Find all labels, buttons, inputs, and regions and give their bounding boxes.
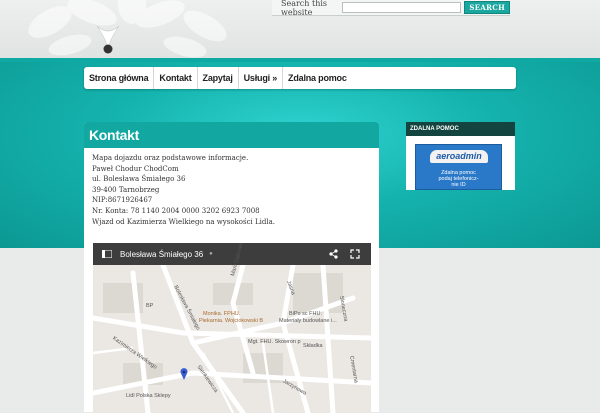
info-line-street: ul. Bolesława Śmiałego 36	[92, 175, 186, 184]
map-dot-icon: ●	[209, 251, 213, 257]
site-logo[interactable]	[95, 22, 121, 54]
search-bar: Search this website SEARCH	[272, 0, 510, 17]
nav-item-contact[interactable]: Kontakt	[154, 67, 198, 89]
ad-line-3: nie ID	[451, 182, 466, 188]
nav-item-services[interactable]: Usługi »	[239, 67, 284, 89]
search-input[interactable]	[342, 2, 462, 13]
page-title: Kontakt	[84, 122, 379, 148]
nav-item-ask[interactable]: Zapytaj	[198, 67, 239, 89]
info-line-account: Nr. Konta: 78 1140 2004 0000 3202 6923 7…	[92, 206, 260, 215]
map-label-bipo: BiPo sc FHU.	[289, 311, 323, 317]
map-label-lidl: Lidl Polska Sklepy	[126, 393, 171, 399]
map-label-mgt: Mgt. FHU. Skowron p	[248, 339, 301, 345]
map-title: Bolesława Śmiałego 36	[120, 249, 204, 259]
aeroadmin-logo: aeroadmin	[430, 150, 488, 163]
search-button[interactable]: SEARCH	[464, 1, 510, 14]
map-label-piekarnia: Piekarnia. Wojciokowski B	[199, 318, 264, 324]
info-line-nip: NIP:8671926467	[92, 196, 153, 205]
contact-info: Mapa dojazdu oraz podstawowe informacje.…	[84, 148, 379, 227]
map-label-skladka: Składka	[303, 343, 323, 349]
embedded-map[interactable]: Bolesława Śmiałego 36 ● BP Monika. FPHU.…	[93, 243, 371, 413]
info-line-city: 39-400 Tarnobrzeg	[92, 185, 160, 194]
map-list-icon[interactable]	[102, 250, 112, 258]
info-line-name: Paweł Chodur ChodCom	[92, 164, 179, 173]
teal-top-strip	[0, 58, 600, 62]
map-pin-icon[interactable]	[180, 368, 188, 380]
sidebar-title: ZDALNA POMOC	[406, 122, 515, 136]
fullscreen-icon[interactable]	[350, 249, 360, 259]
map-label-monika: Monika. FPHU.	[203, 311, 241, 317]
map-label-materialy: Materiały budowlane i...	[279, 318, 337, 324]
share-icon[interactable]	[329, 249, 338, 259]
ad-text: Zdalna pomoc podaj telefonicz- nie ID	[416, 170, 501, 188]
nav-item-remote-help[interactable]: Zdalna pomoc	[283, 67, 352, 89]
search-label: Search this website	[281, 0, 328, 17]
nav-item-home[interactable]: Strona główna	[84, 67, 155, 89]
map-header: Bolesława Śmiałego 36 ●	[93, 243, 371, 265]
info-line-intro: Mapa dojazdu oraz podstawowe informacje.	[92, 154, 249, 162]
main-nav: Strona główna Kontakt Zapytaj Usługi » Z…	[84, 67, 516, 89]
content-panel: Kontakt Mapa dojazdu oraz podstawowe inf…	[84, 122, 379, 413]
aeroadmin-banner[interactable]: aeroadmin Zdalna pomoc podaj telefonicz-…	[415, 144, 502, 190]
info-line-directions: Wjazd od Kazimierza Wielkiego na wysokoś…	[92, 217, 275, 226]
sidebar-widget: ZDALNA POMOC aeroadmin Zdalna pomoc poda…	[406, 122, 515, 190]
map-label-bp: BP	[146, 303, 154, 309]
leaves-decoration	[28, 0, 227, 58]
